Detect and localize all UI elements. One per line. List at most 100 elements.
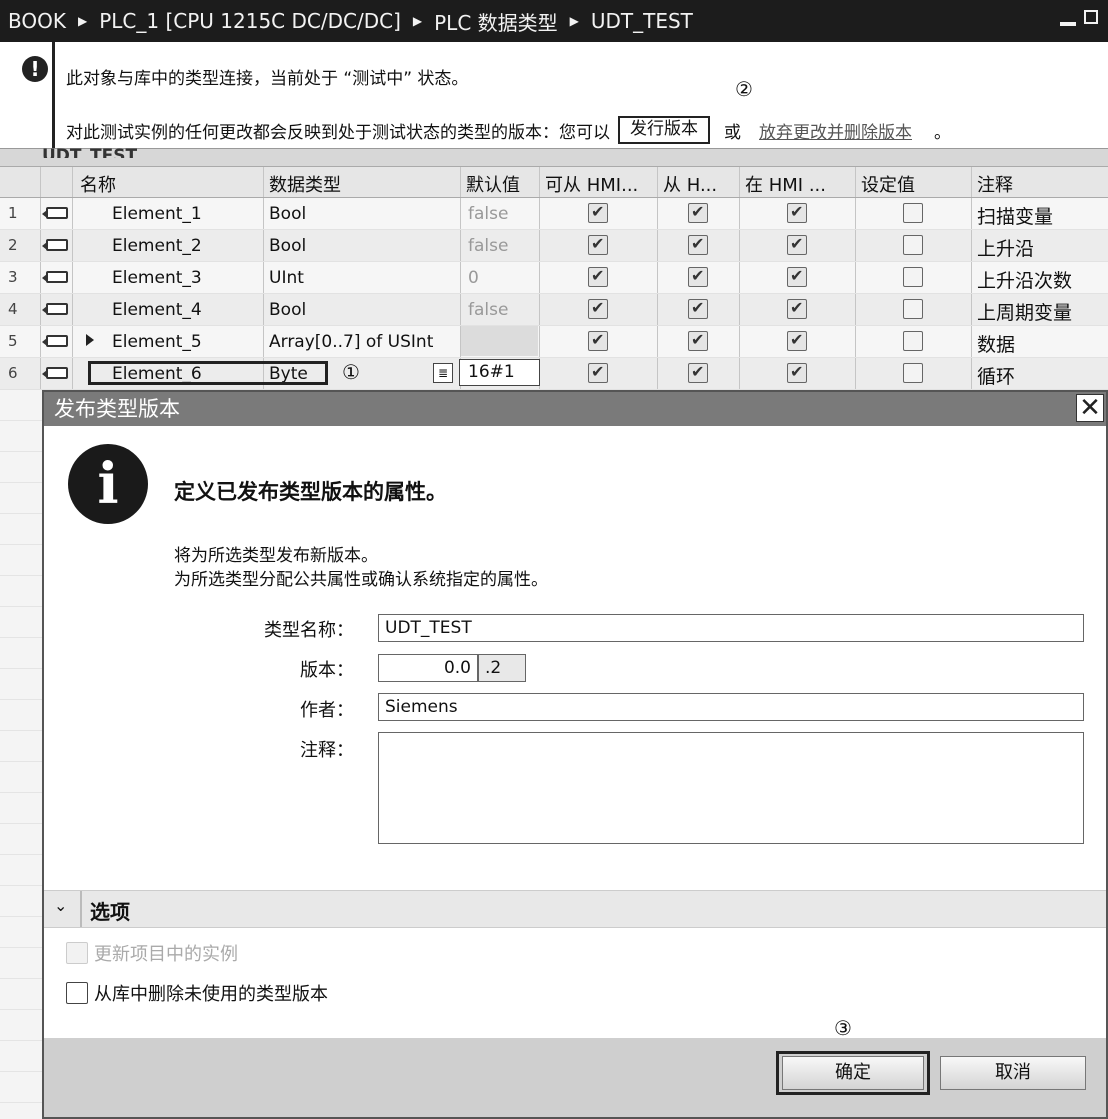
annotation-marker-3: ③ <box>834 1016 852 1040</box>
in-hmi-checkbox[interactable] <box>787 234 807 255</box>
column-header-from-hmi[interactable]: 从 H... <box>663 171 717 197</box>
element-name[interactable]: Element_3 <box>112 268 202 288</box>
element-datatype[interactable]: Bool <box>269 236 306 256</box>
delete-unused-checkbox[interactable] <box>66 982 88 1004</box>
from-hmi-checkbox[interactable] <box>688 266 708 287</box>
element-comment[interactable]: 扫描变量 <box>977 202 1053 229</box>
tag-icon <box>42 207 68 219</box>
tag-icon <box>42 367 68 379</box>
type-name-label: 类型名称： <box>264 620 354 641</box>
row-number: 5 <box>8 332 18 350</box>
table-row[interactable]: 5 Element_5 Array[0..7] of USInt 数据 <box>0 326 1108 358</box>
status-actions-text: 对此测试实例的任何更改都会反映到处于测试状态的类型的版本：您可以 <box>66 122 610 143</box>
default-value-cell <box>461 326 538 356</box>
hmi-access-checkbox[interactable] <box>588 330 608 351</box>
maximize-icon[interactable] <box>1084 10 1098 24</box>
setpoint-checkbox[interactable] <box>903 235 923 255</box>
setpoint-checkbox[interactable] <box>903 299 923 319</box>
column-header-datatype[interactable]: 数据类型 <box>269 171 341 197</box>
close-icon[interactable]: ✕ <box>1076 394 1104 422</box>
in-hmi-checkbox[interactable] <box>787 330 807 351</box>
row-number-gutter <box>0 390 42 1119</box>
from-hmi-checkbox[interactable] <box>688 362 708 383</box>
element-datatype[interactable]: Bool <box>269 300 306 320</box>
breadcrumb-book[interactable]: BOOK <box>8 9 66 33</box>
setpoint-checkbox[interactable] <box>903 203 923 223</box>
setpoint-checkbox[interactable] <box>903 363 923 383</box>
element-comment[interactable]: 上升沿次数 <box>977 266 1072 293</box>
in-hmi-checkbox[interactable] <box>787 362 807 383</box>
element-default[interactable]: 0 <box>468 268 479 288</box>
delete-unused-option[interactable]: 从库中删除未使用的类型版本 <box>66 980 328 1006</box>
author-field[interactable]: Siemens <box>378 693 1084 721</box>
options-section-header[interactable]: ⌄ 选项 <box>44 890 1106 928</box>
table-row[interactable]: 2 Element_2 Bool false 上升沿 <box>0 230 1108 262</box>
element-datatype[interactable]: UInt <box>269 268 304 288</box>
element-comment[interactable]: 上周期变量 <box>977 298 1072 325</box>
breadcrumb-plc-datatypes[interactable]: PLC 数据类型 <box>434 7 558 36</box>
table-body: 1 Element_1 Bool false 扫描变量 2 Element_2 Bool fal… <box>0 198 1108 390</box>
description-line-2: 为所选类型分配公共属性或确认系统指定的属性。 <box>174 570 548 590</box>
cancel-button[interactable]: 取消 <box>940 1056 1086 1090</box>
hmi-access-checkbox[interactable] <box>588 266 608 287</box>
default-value-input[interactable]: 16#1 <box>459 359 540 386</box>
breadcrumb-separator-icon: ▶ <box>77 14 88 28</box>
column-header-in-hmi[interactable]: 在 HMI ... <box>745 171 826 197</box>
from-hmi-checkbox[interactable] <box>688 330 708 351</box>
version-major-field[interactable]: 0.0 <box>378 654 478 682</box>
author-label: 作者： <box>300 700 354 721</box>
table-row[interactable]: 4 Element_4 Bool false 上周期变量 <box>0 294 1108 326</box>
from-hmi-checkbox[interactable] <box>688 298 708 319</box>
element-name[interactable]: Element_1 <box>112 204 202 224</box>
version-label: 版本： <box>300 660 354 681</box>
breadcrumb-udt[interactable]: UDT_TEST <box>591 9 693 33</box>
hmi-access-checkbox[interactable] <box>588 362 608 383</box>
breadcrumb-plc[interactable]: PLC_1 [CPU 1215C DC/DC/DC] <box>99 9 401 33</box>
table-row[interactable]: 6Element_6Byte①≣16#1循环 <box>0 358 1108 390</box>
breadcrumb-separator-icon: ▶ <box>569 14 579 28</box>
setpoint-checkbox[interactable] <box>903 331 923 351</box>
minimize-icon[interactable] <box>1060 22 1076 26</box>
element-comment[interactable]: 循环 <box>977 362 1015 389</box>
column-header-hmi-access[interactable]: 可从 HMI... <box>545 171 638 197</box>
window-controls <box>1060 10 1098 26</box>
element-name[interactable]: Element_5 <box>112 332 202 352</box>
in-hmi-checkbox[interactable] <box>787 266 807 287</box>
description-line-1: 将为所选类型发布新版本。 <box>174 546 378 566</box>
warning-icon: ! <box>22 56 48 82</box>
element-default[interactable]: false <box>468 300 508 320</box>
element-name[interactable]: Element_4 <box>112 300 202 320</box>
setpoint-checkbox[interactable] <box>903 267 923 287</box>
chevron-down-icon[interactable]: ⌄ <box>54 898 68 914</box>
from-hmi-checkbox[interactable] <box>688 202 708 223</box>
expand-arrow-icon[interactable] <box>86 334 94 346</box>
hmi-access-checkbox[interactable] <box>588 202 608 223</box>
element-name[interactable]: Element_2 <box>112 236 202 256</box>
tag-icon <box>42 271 68 283</box>
comment-field[interactable] <box>378 732 1084 844</box>
table-row[interactable]: 3 Element_3 UInt 0 上升沿次数 <box>0 262 1108 294</box>
update-instances-checkbox <box>66 942 88 964</box>
discard-changes-link[interactable]: 放弃更改并删除版本 <box>759 118 912 143</box>
from-hmi-checkbox[interactable] <box>688 234 708 255</box>
element-datatype[interactable]: Array[0..7] of USInt <box>269 332 433 352</box>
column-header-comment[interactable]: 注释 <box>977 171 1013 197</box>
column-header-default[interactable]: 默认值 <box>466 171 520 197</box>
hmi-access-checkbox[interactable] <box>588 298 608 319</box>
type-name-field[interactable]: UDT_TEST <box>378 614 1084 642</box>
column-header-setpoint[interactable]: 设定值 <box>861 171 915 197</box>
element-default[interactable]: false <box>468 236 508 256</box>
element-comment[interactable]: 上升沿 <box>977 234 1034 261</box>
in-hmi-checkbox[interactable] <box>787 298 807 319</box>
table-row[interactable]: 1 Element_1 Bool false 扫描变量 <box>0 198 1108 230</box>
column-header-name[interactable]: 名称 <box>80 171 116 197</box>
publish-version-button[interactable]: 发行版本 <box>618 116 710 144</box>
list-icon[interactable]: ≣ <box>433 363 453 383</box>
ok-button[interactable]: 确定 <box>782 1056 924 1090</box>
hmi-access-checkbox[interactable] <box>588 234 608 255</box>
version-minor-field: .2 <box>478 654 526 682</box>
element-default[interactable]: false <box>468 204 508 224</box>
element-comment[interactable]: 数据 <box>977 330 1015 357</box>
element-datatype[interactable]: Bool <box>269 204 306 224</box>
in-hmi-checkbox[interactable] <box>787 202 807 223</box>
